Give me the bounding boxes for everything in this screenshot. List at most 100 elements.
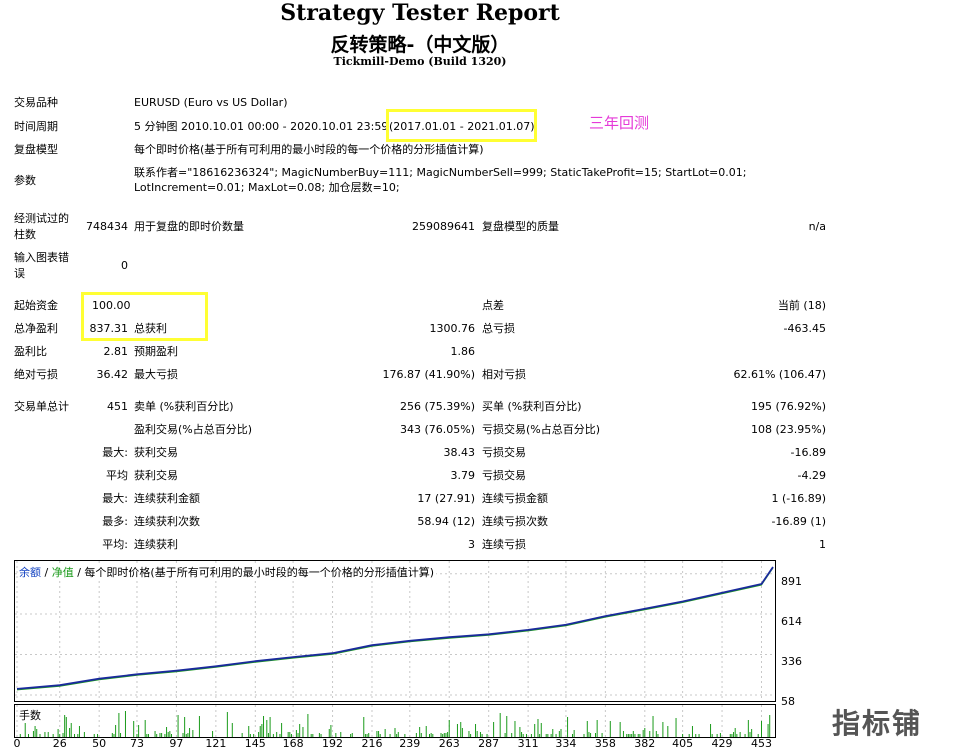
y-tick-label: 336 <box>781 655 802 668</box>
avg-consec-wins-label: 连续获利 <box>134 538 178 551</box>
gross-profit-label: 总获利 <box>134 322 167 335</box>
x-tick-label: 405 <box>672 737 694 749</box>
max-consec-loss-value: -16.89 (1) <box>771 515 826 528</box>
x-tick-label: 0 <box>13 737 21 749</box>
x-tick-label: 145 <box>244 737 266 749</box>
max-amount-prefix: 最大: <box>102 492 128 505</box>
largest-prefix: 最大: <box>102 446 128 459</box>
y-tick-label: 614 <box>781 615 802 628</box>
y-tick-label: 58 <box>781 695 795 708</box>
server-name: Tickmill-Demo (Build 1320) <box>333 55 507 68</box>
avg-consec-wins-value: 3 <box>468 538 475 551</box>
spread-label: 点差 <box>482 299 504 312</box>
x-tick-label: 192 <box>322 737 344 749</box>
x-tick-label: 97 <box>169 737 184 749</box>
spread-value: 当前 (18) <box>777 299 826 312</box>
avg-consec-losses-value: 1 <box>819 538 826 551</box>
params-line-1: 联系作者="18616236324"; MagicNumberBuy=111; … <box>134 166 747 179</box>
quality-label: 复盘模型的质量 <box>482 220 559 233</box>
long-trades-label: 买单 (%获利百分比) <box>482 400 582 413</box>
params-label: 参数 <box>14 174 36 187</box>
ticks-label: 用于复盘的即时价数量 <box>134 220 244 233</box>
deposit-label: 起始资金 <box>14 299 58 312</box>
net-profit-label: 总净盈利 <box>14 322 58 335</box>
total-trades-value: 451 <box>107 400 128 413</box>
max-drawdown-label: 最大亏损 <box>134 368 178 381</box>
loss-trades-value: 108 (23.95%) <box>750 423 826 436</box>
x-tick-label: 287 <box>478 737 500 749</box>
net-profit-value: 837.31 <box>89 322 129 335</box>
profit-trades-label: 盈利交易(%占总百分比) <box>134 423 253 436</box>
report-title: Strategy Tester Report <box>280 0 560 26</box>
rel-drawdown-value: 62.61% (106.47) <box>733 368 826 381</box>
avg-consec-losses-label: 连续亏损 <box>482 538 526 551</box>
loss-trades-label: 亏损交易(%占总百分比) <box>482 423 601 436</box>
report-subtitle: 反转策略-（中文版） <box>330 34 510 56</box>
volume-chart: 手数 <box>14 704 776 738</box>
bars-value: 748434 <box>86 220 128 233</box>
x-tick-label: 168 <box>282 737 304 749</box>
period-value: 5 分钟图 2010.10.01 00:00 - 2020.10.01 23:5… <box>134 120 389 133</box>
profit-trades-value: 343 (76.05%) <box>399 423 475 436</box>
max-consec-losses-label: 连续亏损金额 <box>482 492 548 505</box>
symbol-value: EURUSD (Euro vs US Dollar) <box>134 96 288 109</box>
x-tick-label: 334 <box>555 737 577 749</box>
chart-legend: 余额 / 净值 / 每个即时价格(基于所有可利用的最小时段的每一个价格的分形插值… <box>19 564 436 580</box>
balance-chart-svg <box>15 561 775 701</box>
average-profit-value: 3.79 <box>450 469 476 482</box>
volume-label: 手数 <box>19 707 43 723</box>
max-consec-wins-value: 17 (27.91) <box>417 492 475 505</box>
x-tick-label: 73 <box>129 737 144 749</box>
profit-factor-value: 2.81 <box>103 345 129 358</box>
equity-line <box>16 567 774 691</box>
legend-equity: 净值 <box>51 566 74 579</box>
annotation-note: 三年回测 <box>589 114 650 132</box>
short-trades-label: 卖单 (%获利百分比) <box>134 400 234 413</box>
average-profit-label: 获利交易 <box>134 469 178 482</box>
expected-payoff-value: 1.86 <box>450 345 476 358</box>
model-value: 每个即时价格(基于所有可利用的最小时段的每一个价格的分形插值计算) <box>134 143 484 156</box>
ticks-value: 259089641 <box>412 220 475 233</box>
average-prefix: 平均 <box>106 469 128 482</box>
legend-balance: 余额 <box>19 566 41 579</box>
watermark-logo: 指标铺 <box>832 707 923 740</box>
x-tick-label: 453 <box>750 737 772 749</box>
max-consec-profit-value: 58.94 (12) <box>417 515 475 528</box>
profit-factor-label: 盈利比 <box>14 345 47 358</box>
period-label: 时间周期 <box>14 120 58 133</box>
abs-drawdown-label: 绝对亏损 <box>14 368 58 381</box>
max-consec-profit-label: 连续获利次数 <box>134 515 200 528</box>
x-tick-label: 358 <box>594 737 616 749</box>
x-tick-label: 50 <box>92 737 107 749</box>
quality-value: n/a <box>808 220 826 233</box>
deposit-value: 100.00 <box>92 299 131 312</box>
errors-value: 0 <box>121 259 128 272</box>
avg-consec-prefix: 平均: <box>102 538 128 551</box>
max-consec-loss-label: 连续亏损次数 <box>482 515 548 528</box>
rel-drawdown-label: 相对亏损 <box>482 368 526 381</box>
largest-loss-label: 亏损交易 <box>482 446 526 459</box>
gross-profit-value: 1300.76 <box>429 322 476 335</box>
x-tick-label: 263 <box>438 737 460 749</box>
average-loss-value: -4.29 <box>797 469 826 482</box>
max-consec-wins-label: 连续获利金额 <box>134 492 200 505</box>
model-label: 复盘模型 <box>14 143 58 156</box>
gross-loss-label: 总亏损 <box>482 322 515 335</box>
legend-description: / 每个即时价格(基于所有可利用的最小时段的每一个价格的分形插值计算) <box>73 566 434 579</box>
largest-profit-value: 38.43 <box>443 446 476 459</box>
abs-drawdown-value: 36.42 <box>96 368 129 381</box>
legend-separator: / <box>41 566 52 579</box>
balance-line <box>16 566 774 690</box>
max-consec-losses-value: 1 (-16.89) <box>771 492 826 505</box>
expected-payoff-label: 预期盈利 <box>134 345 178 358</box>
x-tick-label: 121 <box>205 737 227 749</box>
max-drawdown-value: 176.87 (41.90%) <box>382 368 475 381</box>
largest-loss-value: -16.89 <box>790 446 826 459</box>
largest-profit-label: 获利交易 <box>134 446 178 459</box>
params-line-2: LotIncrement=0.01; MaxLot=0.08; 加仓层数=10; <box>134 181 400 194</box>
x-tick-label: 26 <box>52 737 67 749</box>
average-loss-label: 亏损交易 <box>482 469 526 482</box>
errors-label-2: 误 <box>14 267 25 280</box>
gross-loss-value: -463.45 <box>783 322 826 335</box>
period-highlight-box <box>386 109 537 142</box>
